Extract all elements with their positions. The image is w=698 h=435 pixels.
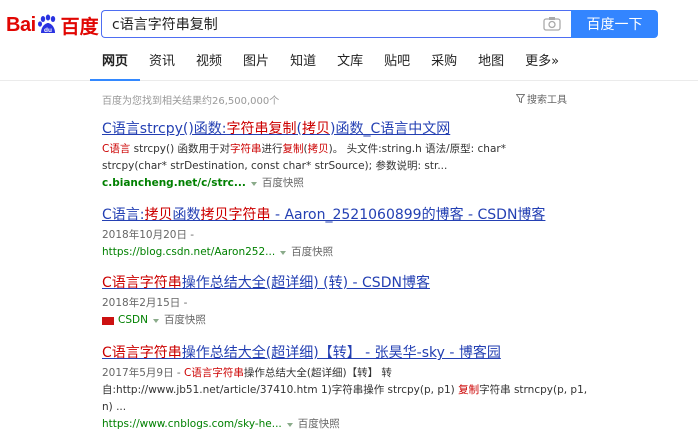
result-meta: CSDN 百度快照 [102,312,572,329]
search-box [101,10,571,39]
chevron-down-icon[interactable] [250,181,257,186]
result-abstract: 2017年5月9日 - C语言字符串操作总结大全(超详细)【转】 转 自:htt… [102,367,588,413]
search-tools-label: 搜索工具 [527,95,567,106]
tab-web[interactable]: 网页 [89,52,141,81]
snapshot-link[interactable]: 百度快照 [262,175,304,192]
chevron-down-icon[interactable] [286,422,293,427]
logo-text-baidu: 百度 [60,15,99,38]
result-item: C语言strcpy()函数:字符串复制(拷贝)函数_C语言中文网 C语言 str… [102,119,572,192]
result-meta: c.biancheng.net/c/strc... 百度快照 [102,175,572,192]
snapshot-link[interactable]: 百度快照 [291,244,333,261]
result-title[interactable]: C语言字符串操作总结大全(超详细) (转) - CSDN博客 [102,273,572,293]
result-item: C语言:拷贝函数拷贝字符串 - Aaron_2521060899的博客 - CS… [102,205,572,261]
result-date: 2018年10月20日 - [102,229,195,241]
camera-icon[interactable] [543,16,561,32]
paw-label: du [44,27,52,34]
search-tabs: 网页 资讯 视频 图片 知道 文库 贴吧 采购 地图 更多» [89,52,580,81]
search-button[interactable]: 百度一下 [571,10,658,38]
result-source[interactable]: CSDN [118,312,148,329]
result-url[interactable]: c.biancheng.net/c/strc... [102,175,246,192]
tab-more[interactable]: 更多» [525,52,559,80]
search-tools[interactable]: 搜索工具 [516,91,567,106]
result-item: C语言字符串操作总结大全(超详细)【转】 - 张昊华-sky - 博客园 201… [102,343,588,433]
result-url[interactable]: https://www.cnblogs.com/sky-he... [102,416,282,433]
filter-icon [516,94,525,103]
snapshot-link[interactable]: 百度快照 [298,416,340,433]
result-meta: https://www.cnblogs.com/sky-he... 百度快照 [102,416,572,433]
baidu-logo[interactable]: Bai du 百度 [6,10,99,40]
tab-purchase[interactable]: 采购 [431,52,457,80]
result-meta: https://blog.csdn.net/Aaron252... 百度快照 [102,244,572,261]
tab-map[interactable]: 地图 [478,52,504,80]
tab-zhidao[interactable]: 知道 [290,52,316,80]
result-item: C语言字符串操作总结大全(超详细) (转) - CSDN博客 2018年2月15… [102,273,572,329]
search-input[interactable] [110,11,534,39]
tab-wenku[interactable]: 文库 [337,52,363,80]
top-bar: Bai du 百度 百度一下 网页 资讯 视频 图片 [0,0,698,81]
result-title[interactable]: C语言:拷贝函数拷贝字符串 - Aaron_2521060899的博客 - CS… [102,205,572,225]
result-title[interactable]: C语言strcpy()函数:字符串复制(拷贝)函数_C语言中文网 [102,119,572,139]
tab-images[interactable]: 图片 [243,52,269,80]
result-url[interactable]: https://blog.csdn.net/Aaron252... [102,244,275,261]
result-count: 百度为您找到相关结果约26,500,000个 [102,96,280,107]
result-title[interactable]: C语言字符串操作总结大全(超详细)【转】 - 张昊华-sky - 博客园 [102,343,572,363]
tab-tieba[interactable]: 贴吧 [384,52,410,80]
logo-text-bai: Bai [6,13,36,36]
snapshot-link[interactable]: 百度快照 [164,312,206,329]
csdn-favicon-icon [102,316,114,325]
chevron-down-icon[interactable] [152,318,159,323]
result-date: 2018年2月15日 - [102,297,188,309]
paw-icon: du [37,14,59,36]
result-abstract: C语言 strcpy() 函数用于对字符串进行复制(拷贝)。 头文件:strin… [102,143,506,172]
tab-news[interactable]: 资讯 [149,52,175,80]
chevron-down-icon[interactable] [280,250,287,255]
tab-video[interactable]: 视频 [196,52,222,80]
